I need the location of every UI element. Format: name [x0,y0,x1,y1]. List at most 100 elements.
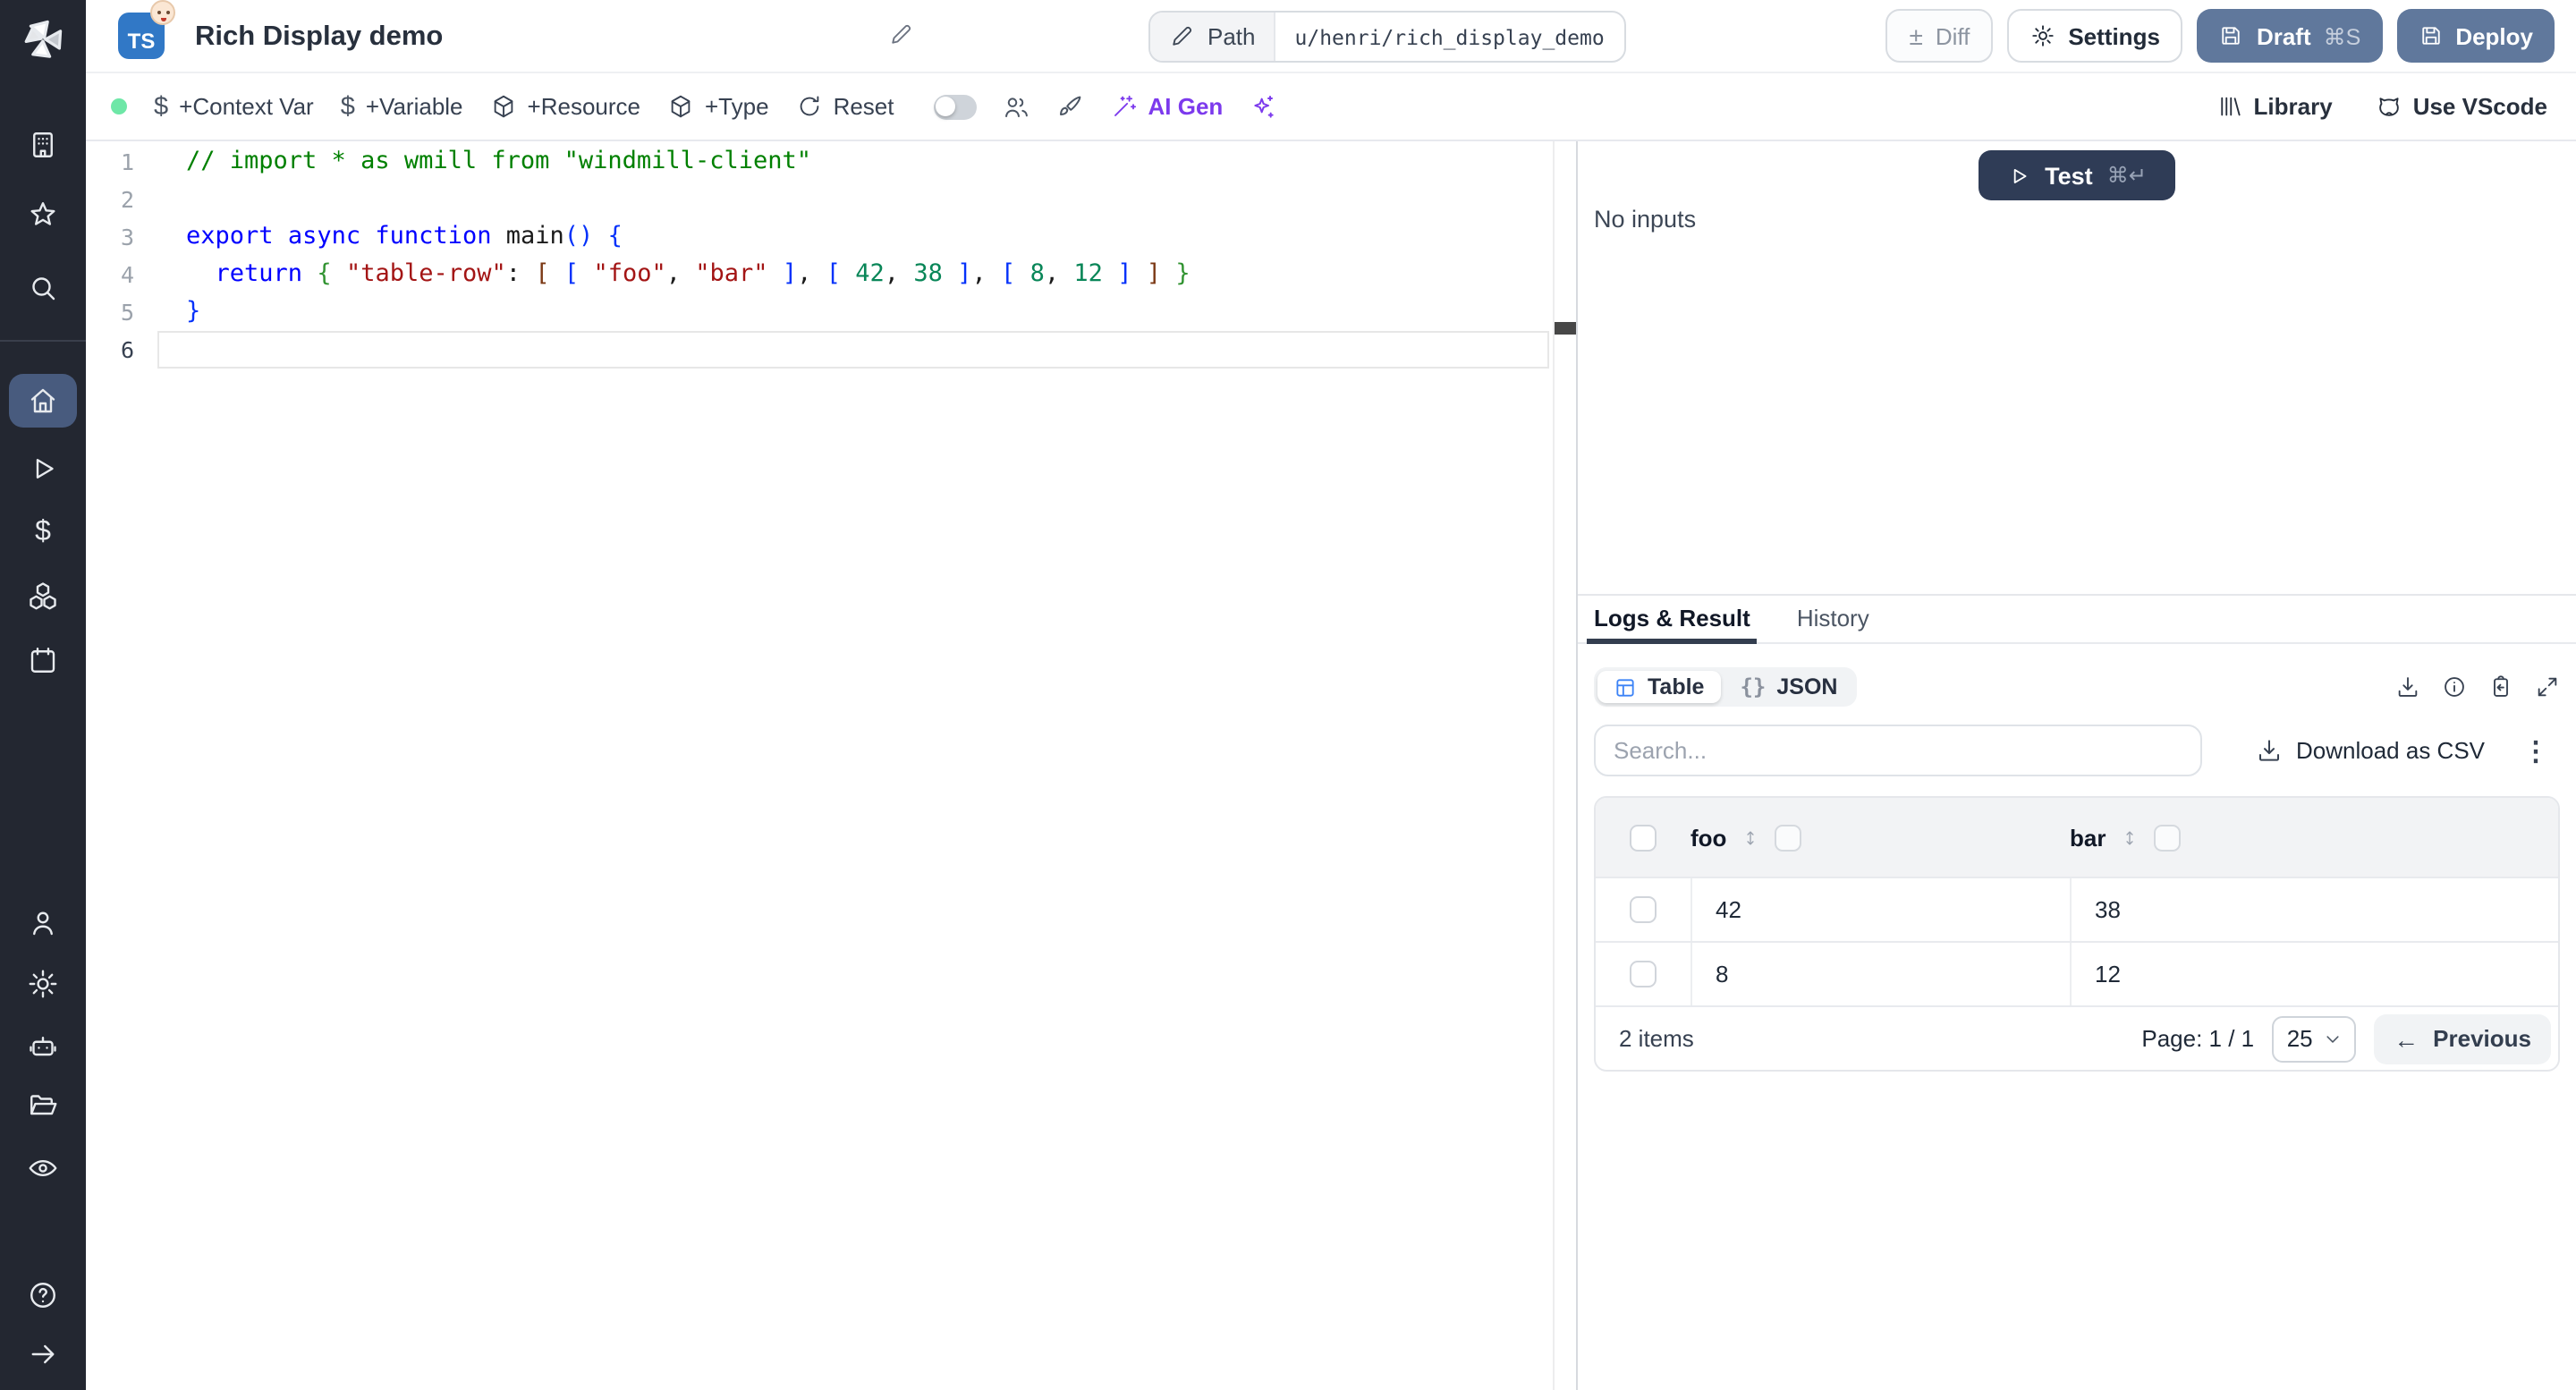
column-options-button[interactable] [1775,824,1802,851]
help-icon[interactable] [0,1270,86,1320]
code-line[interactable]: 5} [86,293,1553,331]
json-braces-icon: {} [1740,674,1767,699]
typescript-badge-label: TS [127,29,156,54]
save-icon [2223,27,2241,45]
items-count: 2 items [1619,1025,1694,1052]
ai-gen-button[interactable]: AI Gen [1111,93,1223,120]
line-number: 3 [120,224,134,250]
gear-icon [2032,25,2055,47]
add-type-button[interactable]: +Type [667,93,769,120]
table-options-kebab-icon[interactable]: ⋮ [2522,734,2549,767]
download-result-icon[interactable] [2395,674,2420,699]
overview-ruler-cursor-marker [1555,322,1576,335]
code-line[interactable]: 2 [86,181,1553,218]
previous-page-button[interactable]: ← Previous [2374,1013,2551,1064]
info-icon[interactable] [2442,674,2467,699]
add-variable-button[interactable]: $ +Variable [341,92,463,121]
code-line-content[interactable] [157,331,1549,369]
path-value[interactable]: u/henri/rich_display_demo [1275,13,1624,61]
library-button[interactable]: Library [2216,93,2333,120]
sort-icon[interactable] [1741,826,1760,849]
table-cell: 42 [1690,878,2070,941]
code-line[interactable]: 1 // import * as wmill from "windmill-cli… [86,143,1553,181]
copy-to-clipboard-icon[interactable] [2488,674,2513,699]
magic-wand-icon [1114,95,1136,116]
library-icon [2220,97,2241,116]
status-dot [111,98,127,114]
reset-button[interactable]: Reset [796,93,894,120]
add-context-var-button[interactable]: $ +Context Var [154,92,314,121]
diff-label: Diff [1935,22,1970,49]
workers-robot-icon[interactable] [0,1021,86,1072]
multiplayer-toggle[interactable] [933,94,977,119]
download-icon [2258,740,2278,761]
page-title: Rich Display demo [195,21,444,52]
search-icon[interactable] [0,263,86,313]
right-panel: Test ⌘↵ No inputs Logs & Result History … [1578,141,2576,1390]
resources-icon[interactable] [0,571,86,621]
row-checkbox[interactable] [1630,896,1657,923]
sidebar-divider [0,340,86,342]
code-line[interactable]: 6 [86,331,1553,369]
column-options-button[interactable] [2154,824,2182,851]
view-table-button[interactable]: Table [1597,671,1721,703]
dollar-icon: $ [154,92,169,121]
user-icon[interactable] [0,898,86,948]
collaborators-icon[interactable] [1002,92,1030,121]
add-resource-label: +Resource [527,93,640,120]
code-editor[interactable]: 1 // import * as wmill from "windmill-cli… [86,141,1553,1390]
tab-logs-result[interactable]: Logs & Result [1586,605,1758,644]
diff-button[interactable]: ± Diff [1885,9,1994,63]
code-line-content[interactable]: export async function main() { [157,218,1549,256]
table-row[interactable]: 42 38 [1596,877,2558,941]
home-icon[interactable] [0,376,86,426]
deploy-button[interactable]: Deploy [2396,9,2555,63]
download-csv-button[interactable]: Download as CSV [2255,737,2485,764]
expand-fullscreen-icon[interactable] [2535,674,2560,699]
code-line[interactable]: 3 export async function main() { [86,218,1553,256]
format-brush-icon[interactable] [1055,92,1084,121]
editor-toolbar: $ +Context Var $ +Variable +Resource +Ty… [86,73,2576,141]
toolbar-right: Library Use VScode [2216,93,2576,120]
line-number: 1 [120,148,134,175]
edit-summary-pencil-icon[interactable] [887,21,914,48]
workspace-icon[interactable] [0,120,86,170]
code-line-content[interactable]: return { "table-row": [ [ "foo", "bar" ]… [157,256,1549,293]
table-row[interactable]: 8 12 [1596,941,2558,1005]
select-all-checkbox[interactable] [1630,824,1657,851]
sparkles-icon[interactable] [1248,92,1276,121]
tab-history[interactable]: History [1797,605,1869,642]
use-vscode-button[interactable]: Use VScode [2376,93,2547,120]
add-resource-button[interactable]: +Resource [490,93,640,120]
schedules-calendar-icon[interactable] [0,635,86,685]
path-edit-button[interactable]: Path [1150,13,1275,61]
windmill-logo[interactable] [0,14,86,64]
sort-icon[interactable] [2120,826,2140,849]
test-button[interactable]: Test ⌘↵ [1979,150,2175,200]
variables-icon[interactable]: $ [0,508,86,558]
draft-button[interactable]: Draft ⌘S [2197,9,2383,63]
view-json-button[interactable]: {} JSON [1724,671,1853,703]
settings-button[interactable]: Settings [2007,9,2183,63]
page-size-select[interactable]: 25 [2272,1015,2357,1062]
folders-icon[interactable] [0,1081,86,1131]
code-line-content[interactable]: } [157,293,1549,331]
chevron-down-icon [2326,1035,2339,1042]
search-input[interactable] [1594,725,2202,776]
expand-sidebar-arrow-icon[interactable] [0,1329,86,1379]
audit-eye-icon[interactable] [0,1143,86,1193]
arrow-left-icon: ← [2394,1024,2419,1053]
view-segmented-control: Table {} JSON [1594,667,1858,707]
code-line[interactable]: 4 return { "table-row": [ [ "foo", "bar"… [86,256,1553,293]
code-line-content[interactable] [157,181,1549,218]
path-chip[interactable]: Path u/henri/rich_display_demo [1148,11,1626,63]
settings-gear-icon[interactable] [0,959,86,1009]
row-checkbox[interactable] [1630,961,1657,987]
favorites-star-icon[interactable] [0,190,86,240]
test-shortcut: ⌘↵ [2106,163,2147,188]
code-line-content[interactable]: // import * as wmill from "windmill-clie… [157,143,1549,181]
table-cell: 8 [1690,943,2070,1005]
line-number: 6 [120,336,134,363]
runs-play-icon[interactable] [0,444,86,494]
toggle-knob [936,97,956,116]
